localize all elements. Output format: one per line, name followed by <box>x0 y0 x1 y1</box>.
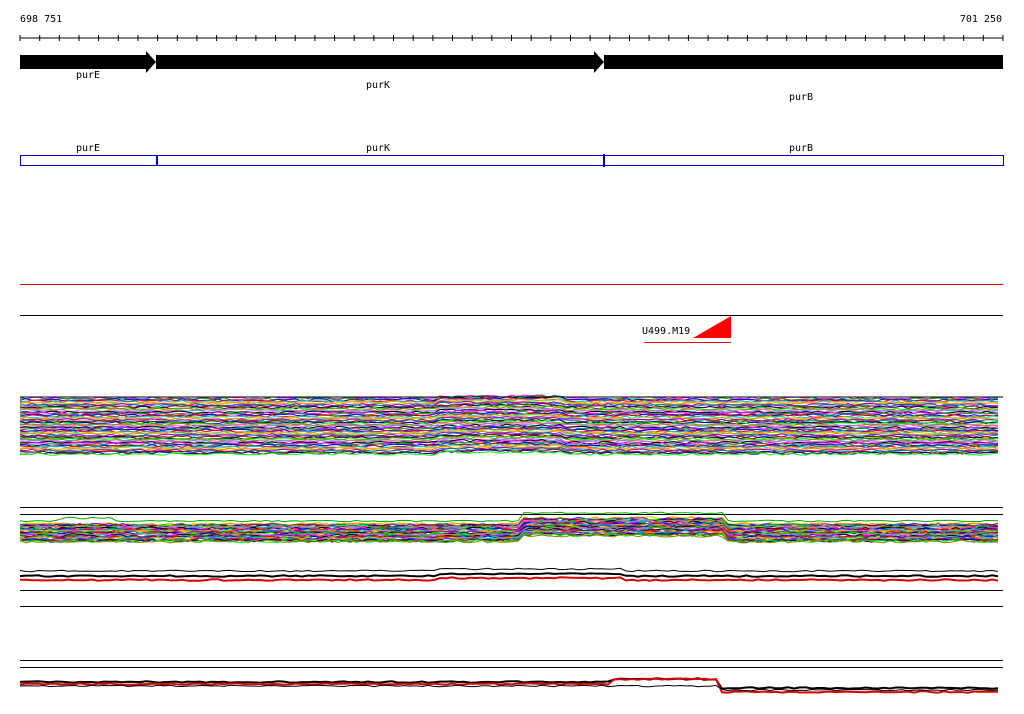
ruler-end-coordinate: 701 250 <box>959 14 1002 25</box>
sequence-trace <box>19 576 999 582</box>
gene-label-purk[interactable]: purK <box>366 80 390 92</box>
gene-arrow-purb <box>604 55 1003 69</box>
feature-label-purb[interactable]: purB <box>789 143 813 155</box>
feature-box-purb <box>604 155 1004 166</box>
ruler-start-coordinate: 698 751 <box>20 14 63 25</box>
feature-label-purk[interactable]: purK <box>366 143 390 155</box>
sequence-trace <box>19 572 999 578</box>
genome-browser-canvas <box>19 35 1004 694</box>
marker-triangle <box>693 316 731 338</box>
feature-label-pure[interactable]: purE <box>76 143 100 155</box>
marker-label[interactable]: U499.M19 <box>642 326 690 338</box>
feature-box-purk <box>157 155 604 166</box>
sequence-trace <box>19 567 999 573</box>
sequence-trace <box>19 511 999 523</box>
gene-arrow-purk <box>156 51 604 73</box>
gene-label-purb[interactable]: purB <box>789 92 813 104</box>
feature-box-pure <box>20 155 157 166</box>
gene-label-pure[interactable]: purE <box>76 70 100 82</box>
